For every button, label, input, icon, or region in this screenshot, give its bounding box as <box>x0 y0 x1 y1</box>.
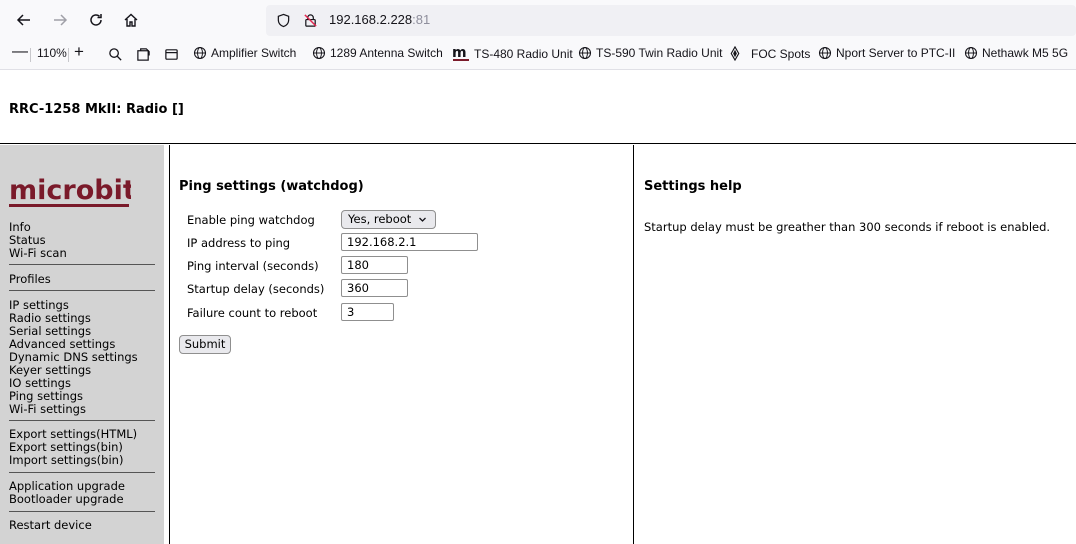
arrow-left-icon <box>16 14 30 26</box>
watchdog-label: Enable ping watchdog <box>187 213 315 227</box>
diamond-icon <box>730 46 740 61</box>
column-divider <box>169 145 170 544</box>
menu-item-restart-device[interactable]: Restart device <box>9 519 92 532</box>
interval-label: Ping interval (seconds) <box>187 259 319 273</box>
back-button[interactable] <box>12 8 36 32</box>
column-divider <box>633 145 634 544</box>
menu-group-restart: Restart device <box>9 519 92 532</box>
menu-item-profiles[interactable]: Profiles <box>9 273 51 286</box>
svg-text:m: m <box>452 46 467 61</box>
menu-item-import-bin[interactable]: Import settings(bin) <box>9 454 137 467</box>
insecure-lock-icon[interactable] <box>303 13 318 28</box>
page-title: RRC-1258 MkII: Radio [] <box>9 102 184 117</box>
forward-button[interactable] <box>48 8 72 32</box>
bookmark-ts480[interactable]: m TS-480 Radio Unit <box>452 46 573 61</box>
menu-divider <box>9 420 155 421</box>
menu-divider <box>9 472 155 473</box>
failure-input[interactable]: 3 <box>341 303 394 321</box>
globe-icon <box>193 46 207 60</box>
browser-toolbar: 192.168.2.228:81 <box>0 0 1076 40</box>
bookmark-label: Nport Server to PTC-II <box>836 46 956 60</box>
divider <box>68 48 69 62</box>
globe-icon <box>964 46 978 60</box>
home-button[interactable] <box>119 8 143 32</box>
bookmark-label: TS-590 Twin Radio Unit <box>596 46 723 60</box>
bookmark-label: FOC Spots <box>751 46 811 61</box>
menu-item-bootloader-upgrade[interactable]: Bootloader upgrade <box>9 493 125 506</box>
menu-group-export: Export settings(HTML) Export settings(bi… <box>9 428 137 467</box>
interval-input[interactable]: 180 <box>341 256 408 274</box>
menu-item-wifi-scan[interactable]: Wi-Fi scan <box>9 247 67 260</box>
form-heading: Ping settings (watchdog) <box>179 179 364 194</box>
reload-icon <box>90 14 102 26</box>
menu-group-profiles: Profiles <box>9 273 51 286</box>
menu-group-settings: IP settings Radio settings Serial settin… <box>9 299 138 416</box>
help-heading: Settings help <box>644 179 742 194</box>
url-port: :81 <box>412 12 431 27</box>
zoom-in-button[interactable]: + <box>74 42 84 62</box>
submit-button[interactable]: Submit <box>179 335 231 354</box>
bookmark-antenna-switch[interactable]: 1289 Antenna Switch <box>312 46 443 60</box>
url-host: 192.168.2.228 <box>329 12 413 27</box>
logo-text: microbit <box>9 175 131 206</box>
divider <box>30 48 31 62</box>
zoom-level[interactable]: 110% <box>37 46 67 60</box>
failure-label: Failure count to reboot <box>187 306 318 320</box>
startup-label: Startup delay (seconds) <box>187 282 325 296</box>
bookmark-nethawk[interactable]: Nethawk M5 5G <box>964 46 1068 60</box>
url-bar[interactable]: 192.168.2.228:81 <box>266 5 1076 36</box>
globe-icon <box>578 46 592 60</box>
chevron-down-icon <box>418 211 427 233</box>
menu-group-info: Info Status Wi-Fi scan <box>9 221 67 260</box>
bookmark-nport-server[interactable]: Nport Server to PTC-II <box>818 46 955 60</box>
globe-icon <box>312 46 326 60</box>
arrow-right-icon <box>54 14 68 26</box>
screenshot-icon[interactable] <box>136 47 151 62</box>
microbit-m-icon: m <box>452 46 469 61</box>
menu-divider <box>9 264 155 265</box>
help-text: Startup delay must be greather than 300 … <box>644 220 1051 234</box>
shield-icon <box>277 13 290 28</box>
zoom-out-button[interactable]: — <box>12 43 28 61</box>
bookmark-label: 1289 Antenna Switch <box>330 46 443 60</box>
bookmark-ts590[interactable]: TS-590 Twin Radio Unit <box>578 46 723 60</box>
home-icon <box>124 13 138 27</box>
watchdog-select[interactable]: Yes, reboot <box>341 210 436 229</box>
bookmarks-bar: — 110% + Amplifier Switch 1289 Antenna S… <box>0 40 1076 70</box>
globe-icon <box>818 46 832 60</box>
ip-input[interactable]: 192.168.2.1 <box>341 233 478 251</box>
url-text[interactable]: 192.168.2.228:81 <box>329 12 430 27</box>
ip-label: IP address to ping <box>187 236 291 250</box>
bookmark-foc-spots[interactable]: FOC Spots <box>729 46 810 61</box>
menu-divider <box>9 290 155 291</box>
watchdog-selected-value: Yes, reboot <box>348 212 412 226</box>
bookmark-label: Amplifier Switch <box>211 46 297 60</box>
reload-button[interactable] <box>84 8 108 32</box>
startup-input[interactable]: 360 <box>341 279 408 297</box>
bookmark-amplifier-switch[interactable]: Amplifier Switch <box>193 46 296 60</box>
menu-group-upgrade: Application upgrade Bootloader upgrade <box>9 480 125 506</box>
menu-item-wifi-settings[interactable]: Wi-Fi settings <box>9 403 138 416</box>
microbit-logo: microbit <box>9 171 136 211</box>
bookmark-label: TS-480 Radio Unit <box>474 46 573 61</box>
bookmark-label: Nethawk M5 5G <box>982 46 1069 60</box>
menu-divider <box>9 511 155 512</box>
search-icon[interactable] <box>108 47 123 62</box>
logo-underline <box>9 204 129 207</box>
header-divider <box>0 143 1076 144</box>
sidebar-icon[interactable] <box>164 47 179 62</box>
